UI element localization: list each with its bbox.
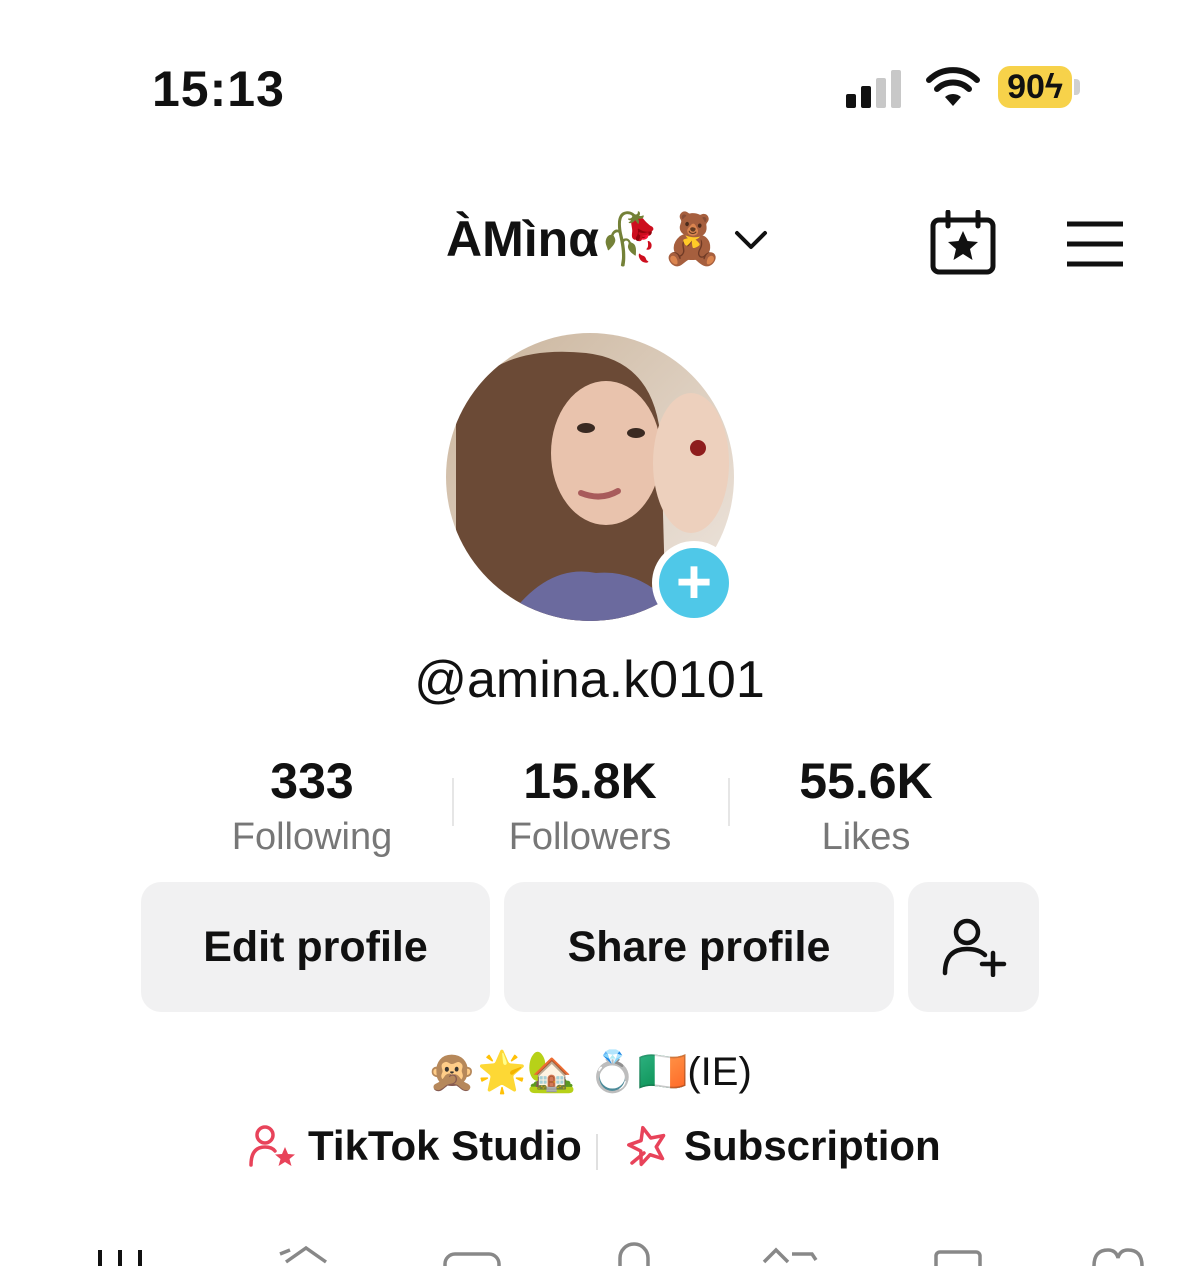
links-divider xyxy=(596,1134,598,1170)
stat-divider xyxy=(452,778,454,826)
add-photo-button[interactable]: + xyxy=(652,541,736,625)
plus-icon: + xyxy=(659,548,729,618)
battery-indicator: 90ϟ xyxy=(998,66,1082,108)
cellular-signal-icon xyxy=(846,70,901,108)
tab-private-lock-icon[interactable] xyxy=(604,1240,664,1266)
subscription-link[interactable]: Subscription xyxy=(624,1122,941,1170)
profile-links: TikTok Studio Subscription xyxy=(0,1122,1179,1182)
profile-handle: @amina.k0101 xyxy=(414,651,765,709)
stat-followers[interactable]: 15.8K Followers xyxy=(490,752,690,859)
tab-videos-grid-icon[interactable] xyxy=(96,1240,156,1266)
menu-icon[interactable] xyxy=(1064,220,1126,268)
profile-photo-container: + xyxy=(446,333,736,625)
calendar-star-icon[interactable] xyxy=(928,210,998,276)
tab-saved-icon[interactable] xyxy=(930,1240,990,1266)
followers-label: Followers xyxy=(508,816,672,858)
profile-stats: 333 Following 15.8K Followers 55.6K Like… xyxy=(0,752,1179,862)
profile-bio: 🙊🌟🏡 💍🇮🇪(IE) xyxy=(427,1050,752,1094)
tab-highlights-icon[interactable] xyxy=(276,1240,336,1266)
edit-profile-button[interactable]: Edit profile xyxy=(141,882,490,1012)
stat-following[interactable]: 333 Following xyxy=(212,752,412,859)
battery-level: 90 xyxy=(1007,68,1045,106)
subscription-star-icon xyxy=(627,1125,666,1167)
stat-divider xyxy=(728,778,730,826)
tab-liked-heart-icon[interactable] xyxy=(1088,1240,1148,1266)
display-name: ÀMìnα🥀🧸 xyxy=(446,211,724,267)
tab-reposts-icon[interactable] xyxy=(760,1240,820,1266)
account-switcher[interactable]: ÀMìnα🥀🧸 xyxy=(446,210,769,269)
tiktok-studio-label: TikTok Studio xyxy=(308,1122,582,1169)
tab-shop-icon[interactable] xyxy=(442,1240,502,1266)
following-count: 333 xyxy=(270,753,354,809)
profile-header: ÀMìnα🥀🧸 xyxy=(0,190,1179,290)
status-time: 15:13 xyxy=(152,61,285,117)
chevron-down-icon xyxy=(735,230,768,249)
following-label: Following xyxy=(231,816,393,858)
add-user-icon xyxy=(942,918,1006,977)
studio-person-star-icon xyxy=(249,1125,295,1167)
likes-label: Likes xyxy=(821,816,911,858)
share-profile-button[interactable]: Share profile xyxy=(504,882,894,1012)
followers-count: 15.8K xyxy=(523,753,657,809)
tiktok-studio-link[interactable]: TikTok Studio xyxy=(248,1122,582,1170)
charging-bolt-icon: ϟ xyxy=(1044,68,1063,106)
likes-count: 55.6K xyxy=(799,753,933,809)
subscription-label: Subscription xyxy=(684,1122,941,1169)
status-bar: 15:13 90ϟ xyxy=(0,0,1179,140)
content-tabs xyxy=(0,1236,1179,1266)
wifi-icon xyxy=(926,67,980,106)
add-friends-button[interactable] xyxy=(908,882,1039,1012)
stat-likes[interactable]: 55.6K Likes xyxy=(766,752,966,859)
